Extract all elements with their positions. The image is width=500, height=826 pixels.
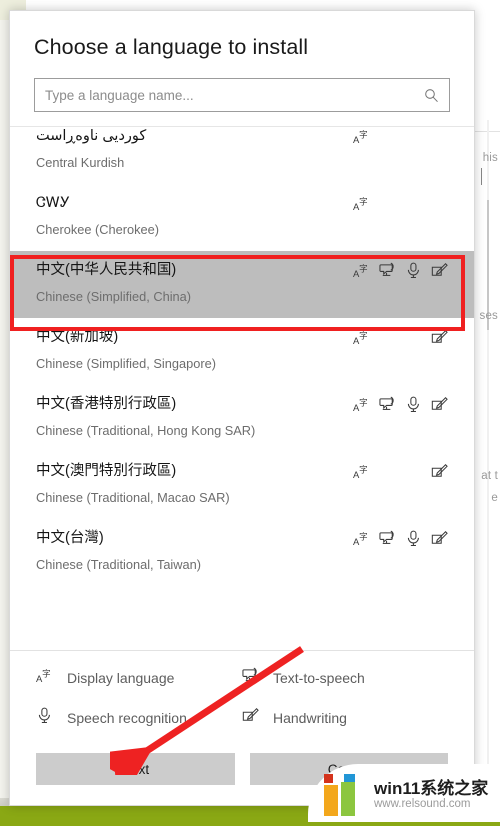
handwriting-icon [431, 463, 448, 480]
language-feature-icons: A字 [344, 528, 448, 547]
legend-item: Speech recognition [36, 707, 242, 729]
background-text: ses [479, 310, 498, 322]
language-english-name: Chinese (Traditional, Taiwan) [36, 557, 202, 572]
legend-label: Speech recognition [67, 710, 187, 726]
svg-text:字: 字 [359, 464, 368, 475]
search-icon[interactable] [424, 88, 449, 103]
language-list-item[interactable]: 中文(台灣) Chinese (Traditional, Taiwan) A 字 [10, 519, 474, 586]
language-native-name: 中文(香港特別行政區) [36, 396, 177, 412]
background-text: e [491, 492, 498, 504]
svg-text:字: 字 [359, 397, 368, 408]
text-to-speech-icon [379, 262, 396, 279]
language-english-name: Central Kurdish [36, 155, 125, 170]
language-list-item[interactable]: کوردیی ناوەڕاست Central Kurdish A 字 [10, 127, 474, 184]
background-text: at t [481, 470, 498, 482]
legend-label: Text-to-speech [273, 670, 365, 686]
legend-item: Handwriting [242, 707, 448, 729]
speech-recognition-icon [405, 530, 422, 547]
svg-text:字: 字 [359, 263, 368, 274]
speech-recognition-icon [405, 262, 422, 279]
language-list-item[interactable]: ᏣᎳᎩ Cherokee (Cherokee) A 字 [10, 184, 474, 251]
text-to-speech-icon [379, 396, 396, 413]
language-list-item[interactable]: 中文(中华人民共和国) Chinese (Simplified, China) A 字 [10, 251, 474, 318]
background-text: his [482, 152, 498, 164]
language-native-name: 中文(台灣) [36, 530, 104, 546]
svg-text:字: 字 [359, 196, 368, 207]
feature-legend: A 字 Display language Text-to-speech Speech r… [10, 650, 474, 739]
language-feature-icons: A字 [344, 394, 448, 413]
display-language-icon: A字 [353, 195, 370, 212]
handwriting-icon [431, 530, 448, 547]
language-native-name: 中文(新加坡) [36, 329, 119, 345]
cancel-button[interactable]: Cancel [249, 753, 448, 785]
display-language-icon: A字 [353, 530, 370, 547]
language-feature-icons: A字 [344, 327, 448, 346]
language-list-item[interactable]: 中文(澳門特別行政區) Chinese (Traditional, Macao S… [10, 452, 474, 519]
language-list-item[interactable]: 中文(香港特別行政區) Chinese (Traditional, Hong Ko… [10, 385, 474, 452]
speech-recognition-icon [36, 707, 54, 729]
handwriting-icon [431, 262, 448, 279]
text-to-speech-icon [379, 530, 396, 547]
choose-language-dialog: Choose a language to install کوردیی ناوە… [9, 10, 475, 806]
language-native-name: 中文(澳門特別行政區) [36, 463, 177, 479]
search-box[interactable] [34, 78, 450, 112]
display-language-icon: A字 [353, 329, 370, 346]
legend-item: Text-to-speech [242, 667, 448, 689]
language-english-name: Chinese (Simplified, China) [36, 289, 192, 304]
language-english-name: Cherokee (Cherokee) [36, 222, 160, 237]
language-feature-icons: A字 [344, 127, 448, 145]
language-native-name: کوردیی ناوەڕاست [36, 128, 147, 144]
speech-recognition-icon [405, 396, 422, 413]
svg-text:字: 字 [359, 531, 368, 542]
svg-text:字: 字 [42, 668, 51, 679]
legend-item: A 字 Display language [36, 667, 242, 689]
dialog-footer: Next Cancel [10, 739, 474, 805]
display-language-icon: A字 [353, 262, 370, 279]
background-left-edge [0, 0, 9, 806]
language-list-item[interactable]: 中文(新加坡) Chinese (Simplified, Singapore) A 字 [10, 318, 474, 385]
legend-label: Display language [67, 670, 175, 686]
language-english-name: Chinese (Traditional, Hong Kong SAR) [36, 423, 256, 438]
handwriting-icon [431, 396, 448, 413]
display-language-icon: A字 [36, 667, 54, 689]
svg-text:字: 字 [359, 129, 368, 140]
display-language-icon: A字 [353, 128, 370, 145]
handwriting-icon [431, 329, 448, 346]
svg-text:字: 字 [359, 330, 368, 341]
language-feature-icons: A字 [344, 193, 448, 212]
legend-label: Handwriting [273, 710, 347, 726]
search-input[interactable] [35, 79, 424, 111]
language-english-name: Chinese (Simplified, Singapore) [36, 356, 216, 371]
display-language-icon: A字 [353, 396, 370, 413]
dialog-title: Choose a language to install [34, 35, 309, 59]
language-native-name: 中文(中华人民共和国) [36, 262, 177, 278]
language-feature-icons: A字 [344, 461, 448, 480]
next-button[interactable]: Next [36, 753, 235, 785]
text-to-speech-icon [242, 667, 260, 689]
language-native-name: ᏣᎳᎩ [36, 195, 70, 211]
background-text-caret [481, 168, 482, 185]
display-language-icon: A字 [353, 463, 370, 480]
language-feature-icons: A字 [344, 260, 448, 279]
language-list[interactable]: کوردیی ناوەڕاست Central Kurdish A 字 ᏣᎳᎩ Chero… [10, 126, 474, 650]
handwriting-icon [242, 707, 260, 729]
language-english-name: Chinese (Traditional, Macao SAR) [36, 490, 230, 505]
search-row [10, 60, 474, 126]
page-bottom-green-band [0, 806, 500, 826]
